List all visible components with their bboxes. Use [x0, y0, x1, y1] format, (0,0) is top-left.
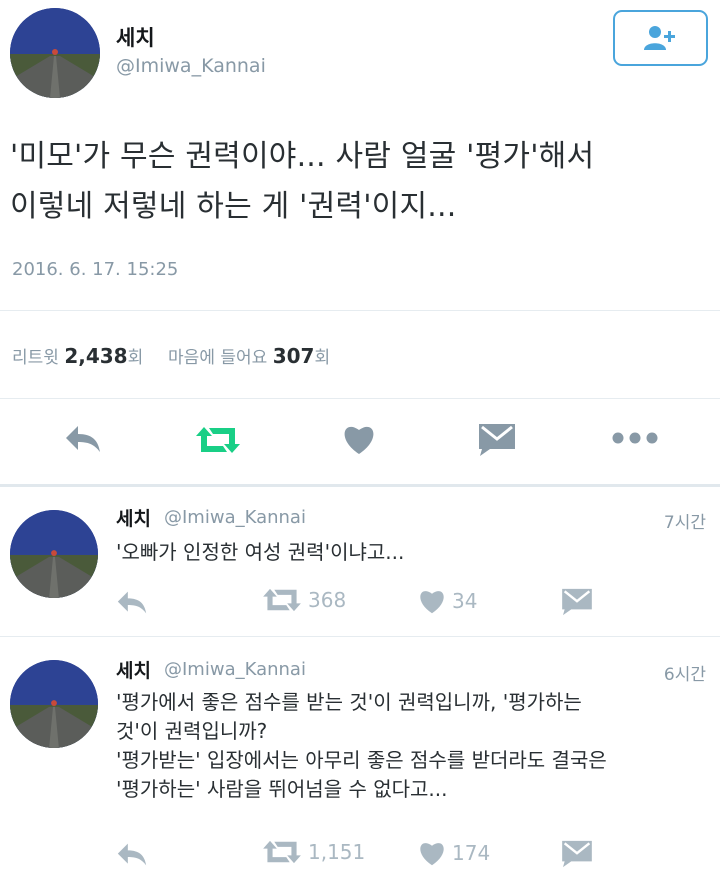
- main-action-bar: [0, 420, 720, 460]
- reply-icon: [66, 426, 100, 452]
- reply-action-bar: 368 34: [0, 584, 720, 624]
- reply-button[interactable]: [116, 842, 148, 867]
- reply-icon: [117, 843, 147, 866]
- reply-text-line: 것'이 권력입니까?: [116, 719, 268, 743]
- reply-icon: [117, 591, 147, 614]
- more-button[interactable]: [612, 432, 658, 444]
- tweet-timestamp: 2016. 6. 17. 15:25: [12, 259, 179, 280]
- retweet-icon: [263, 588, 301, 612]
- heart-icon: [344, 426, 374, 454]
- heart-icon: [420, 591, 444, 614]
- message-button[interactable]: [478, 423, 516, 457]
- retweet-button[interactable]: 1,151: [262, 840, 365, 864]
- reply-text-line: '평가에서 좋은 점수를 받는 것'이 권력입니까, '평가하는: [116, 690, 582, 714]
- add-user-icon: [643, 26, 675, 50]
- reply-time[interactable]: 6시간: [664, 660, 706, 685]
- reply-text-line: '평가하는' 사람을 뛰어넘을 수 없다고...: [116, 777, 448, 801]
- tweet-stats: 리트윗 2,438회 마음에 들어요 307회: [12, 343, 330, 368]
- retweet-button[interactable]: 368: [262, 588, 346, 612]
- like-button[interactable]: 174: [418, 840, 490, 866]
- reply-action-bar: 1,151 174: [0, 836, 720, 876]
- reply-author-handle[interactable]: @Imiwa_Kannai: [164, 507, 306, 528]
- message-button[interactable]: [561, 588, 593, 616]
- like-count[interactable]: 307: [273, 344, 315, 368]
- road-avatar-image: [10, 8, 100, 98]
- road-avatar-image: [10, 660, 98, 748]
- retweet-count: 1,151: [308, 840, 366, 864]
- more-dots-icon: [612, 432, 658, 444]
- retweet-icon: [196, 427, 240, 453]
- reply-text: '오빠가 인정한 여성 권력'이냐고...: [116, 538, 712, 567]
- reply-button[interactable]: [64, 424, 102, 454]
- tweet-text-line: '미모'가 무슨 권력이야... 사람 얼굴 '평가'해서: [10, 139, 595, 174]
- reply-button[interactable]: [116, 590, 148, 615]
- divider: [0, 398, 720, 399]
- heart-icon: [420, 843, 444, 866]
- count-suffix: 회: [127, 348, 144, 368]
- retweet-button[interactable]: [195, 426, 241, 454]
- count-suffix: 회: [314, 348, 331, 368]
- like-count: 174: [452, 841, 491, 865]
- author-name[interactable]: 세치: [116, 22, 155, 52]
- reply-text: '평가에서 좋은 점수를 받는 것'이 권력입니까, '평가하는 것'이 권력입…: [116, 688, 712, 804]
- envelope-icon: [562, 588, 592, 616]
- envelope-icon: [562, 840, 592, 868]
- avatar[interactable]: [10, 660, 98, 748]
- follow-button[interactable]: [613, 10, 708, 66]
- like-button[interactable]: 34: [418, 588, 477, 614]
- retweet-icon: [263, 840, 301, 864]
- divider: [0, 636, 720, 637]
- reply-text-line: '오빠가 인정한 여성 권력'이냐고...: [116, 540, 405, 564]
- retweet-count[interactable]: 2,438: [64, 344, 127, 368]
- avatar[interactable]: [10, 8, 100, 98]
- retweet-count: 368: [308, 588, 347, 612]
- reply-author-handle[interactable]: @Imiwa_Kannai: [164, 659, 306, 680]
- section-separator: [0, 484, 720, 487]
- reply-text-line: '평가받는' 입장에서는 아무리 좋은 점수를 받더라도 결국은: [116, 748, 607, 772]
- reply-time[interactable]: 7시간: [664, 508, 706, 533]
- tweet-text-line: 이렇네 저렇네 하는 게 '권력'이지...: [10, 189, 457, 224]
- like-label: 마음에 들어요: [168, 348, 268, 368]
- envelope-icon: [479, 424, 515, 456]
- author-handle[interactable]: @Imiwa_Kannai: [116, 55, 266, 77]
- reply-author-name[interactable]: 세치: [116, 504, 151, 531]
- like-count: 34: [452, 589, 478, 613]
- message-button[interactable]: [561, 840, 593, 868]
- reply-author-name[interactable]: 세치: [116, 656, 151, 683]
- retweet-label: 리트윗: [12, 348, 59, 368]
- divider: [0, 310, 720, 311]
- tweet-text: '미모'가 무슨 권력이야... 사람 얼굴 '평가'해서 이렇네 저렇네 하는…: [10, 132, 710, 232]
- like-button[interactable]: [342, 423, 376, 455]
